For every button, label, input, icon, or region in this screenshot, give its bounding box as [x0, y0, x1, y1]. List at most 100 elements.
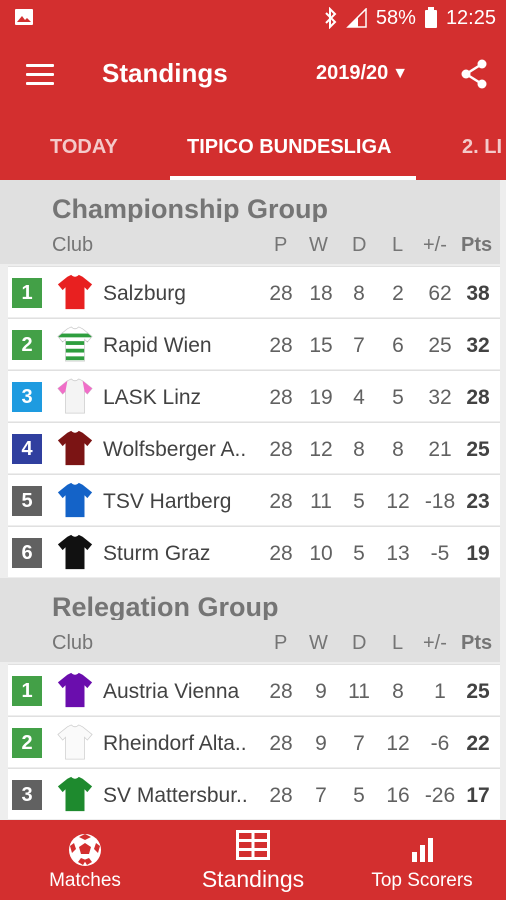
tab-bar: TODAY TIPICO BUNDESLIGA 2. LI — [0, 114, 506, 180]
lost-value: 16 — [386, 784, 410, 807]
shirt-icon — [57, 274, 93, 310]
image-notification-icon — [15, 9, 33, 25]
points-value: 25 — [466, 680, 490, 703]
col-drawn: D — [352, 234, 367, 256]
won-value: 12 — [309, 438, 333, 461]
won-value: 18 — [309, 282, 333, 305]
drawn-value: 5 — [353, 542, 365, 565]
club-name: Rapid Wien — [103, 334, 212, 357]
bluetooth-icon — [325, 7, 337, 29]
table-row[interactable]: 5 TSV Hartberg 28 11 5 12 -18 23 — [8, 474, 500, 525]
played-value: 28 — [269, 680, 293, 703]
club-name: Austria Vienna — [103, 680, 240, 703]
rank-badge: 1 — [12, 278, 42, 308]
tab-today[interactable]: TODAY — [50, 136, 118, 159]
status-bar: 58% 12:25 — [0, 0, 506, 36]
table-row[interactable]: 3 LASK Linz 28 19 4 5 32 28 — [8, 370, 500, 421]
played-value: 28 — [269, 386, 293, 409]
col-club: Club — [52, 234, 94, 256]
rank-badge: 2 — [12, 330, 42, 360]
shirt-icon — [57, 326, 93, 362]
drawn-value: 11 — [348, 680, 370, 703]
goal-difference-value: 32 — [428, 386, 452, 409]
shirt-icon — [57, 534, 93, 570]
drawn-value: 4 — [353, 386, 365, 409]
group-title: Relegation Group — [52, 592, 279, 622]
club-name: LASK Linz — [103, 386, 202, 409]
table-row[interactable]: 3 SV Mattersbur.. 28 7 5 16 -26 17 — [8, 768, 500, 819]
drawn-value: 5 — [353, 490, 365, 513]
table-row[interactable]: 2 Rapid Wien 28 15 7 6 25 32 — [8, 318, 500, 369]
col-goal-difference: +/- — [423, 632, 447, 654]
shirt-icon — [57, 672, 93, 708]
played-value: 28 — [269, 334, 293, 357]
rank-badge: 4 — [12, 434, 42, 464]
column-header: Club P W D L +/- Pts — [0, 620, 500, 662]
bar-chart-icon — [412, 838, 433, 862]
clock: 12:25 — [445, 6, 496, 29]
goal-difference-value: -26 — [424, 784, 456, 807]
points-value: 25 — [466, 438, 490, 461]
goal-difference-value: -5 — [430, 542, 450, 565]
shirt-icon — [57, 724, 93, 760]
club-name: Wolfsberger A.. — [103, 438, 247, 461]
won-value: 9 — [315, 732, 327, 755]
rank-badge: 3 — [12, 382, 42, 412]
nav-top-scorers-label: Top Scorers — [371, 870, 473, 891]
played-value: 28 — [269, 784, 293, 807]
col-won: W — [309, 234, 328, 256]
nav-matches[interactable]: Matches — [20, 820, 150, 900]
goal-difference-value: -18 — [424, 490, 456, 513]
season-dropdown[interactable]: 2019/20 ▼ — [316, 62, 408, 85]
app-bar: Standings 2019/20 ▼ — [0, 36, 506, 114]
lost-value: 6 — [392, 334, 404, 357]
drawn-value: 8 — [353, 282, 365, 305]
col-points: Pts — [461, 632, 493, 654]
points-value: 19 — [466, 542, 490, 565]
lost-value: 12 — [386, 490, 410, 513]
lost-value: 12 — [386, 732, 410, 755]
won-value: 11 — [310, 490, 332, 513]
page-title: Standings — [102, 58, 228, 88]
tab-tipico-bundesliga[interactable]: TIPICO BUNDESLIGA — [187, 136, 391, 159]
table-row[interactable]: 6 Sturm Graz 28 10 5 13 -5 19 — [8, 526, 500, 577]
points-value: 38 — [466, 282, 490, 305]
rank-badge: 3 — [12, 780, 42, 810]
drawn-value: 8 — [353, 438, 365, 461]
signal-icon — [346, 8, 367, 28]
share-icon[interactable] — [458, 58, 490, 90]
standings-list[interactable]: Championship Group Club P W D L +/- Pts … — [0, 180, 506, 820]
table-row[interactable]: 4 Wolfsberger A.. 28 12 8 8 21 25 — [8, 422, 500, 473]
rank-badge: 6 — [12, 538, 42, 568]
battery-percent: 58% — [375, 6, 416, 29]
shirt-icon — [57, 482, 93, 518]
col-points: Pts — [461, 234, 493, 256]
rank-badge: 2 — [12, 728, 42, 758]
goal-difference-value: 62 — [428, 282, 452, 305]
goal-difference-value: 25 — [428, 334, 452, 357]
points-value: 28 — [466, 386, 490, 409]
menu-icon[interactable] — [26, 64, 54, 86]
drawn-value: 5 — [353, 784, 365, 807]
lost-value: 2 — [392, 282, 404, 305]
col-lost: L — [392, 632, 404, 654]
played-value: 28 — [269, 732, 293, 755]
nav-standings[interactable]: Standings — [188, 820, 318, 900]
col-lost: L — [392, 234, 404, 256]
played-value: 28 — [269, 490, 293, 513]
played-value: 28 — [269, 542, 293, 565]
rank-badge: 5 — [12, 486, 42, 516]
col-won: W — [309, 632, 328, 654]
played-value: 28 — [269, 282, 293, 305]
drawn-value: 7 — [353, 334, 365, 357]
table-row[interactable]: 2 Rheindorf Alta.. 28 9 7 12 -6 22 — [8, 716, 500, 767]
nav-top-scorers[interactable]: Top Scorers — [362, 820, 482, 900]
table-row[interactable]: 1 Austria Vienna 28 9 11 8 1 25 — [8, 664, 500, 715]
club-name: Rheindorf Alta.. — [103, 732, 247, 755]
points-value: 23 — [466, 490, 490, 513]
table-row[interactable]: 1 Salzburg 28 18 8 2 62 38 — [8, 266, 500, 317]
tab-2-liga[interactable]: 2. LI — [462, 136, 502, 159]
rank-badge: 1 — [12, 676, 42, 706]
nav-matches-label: Matches — [49, 870, 121, 891]
club-name: TSV Hartberg — [103, 490, 232, 513]
